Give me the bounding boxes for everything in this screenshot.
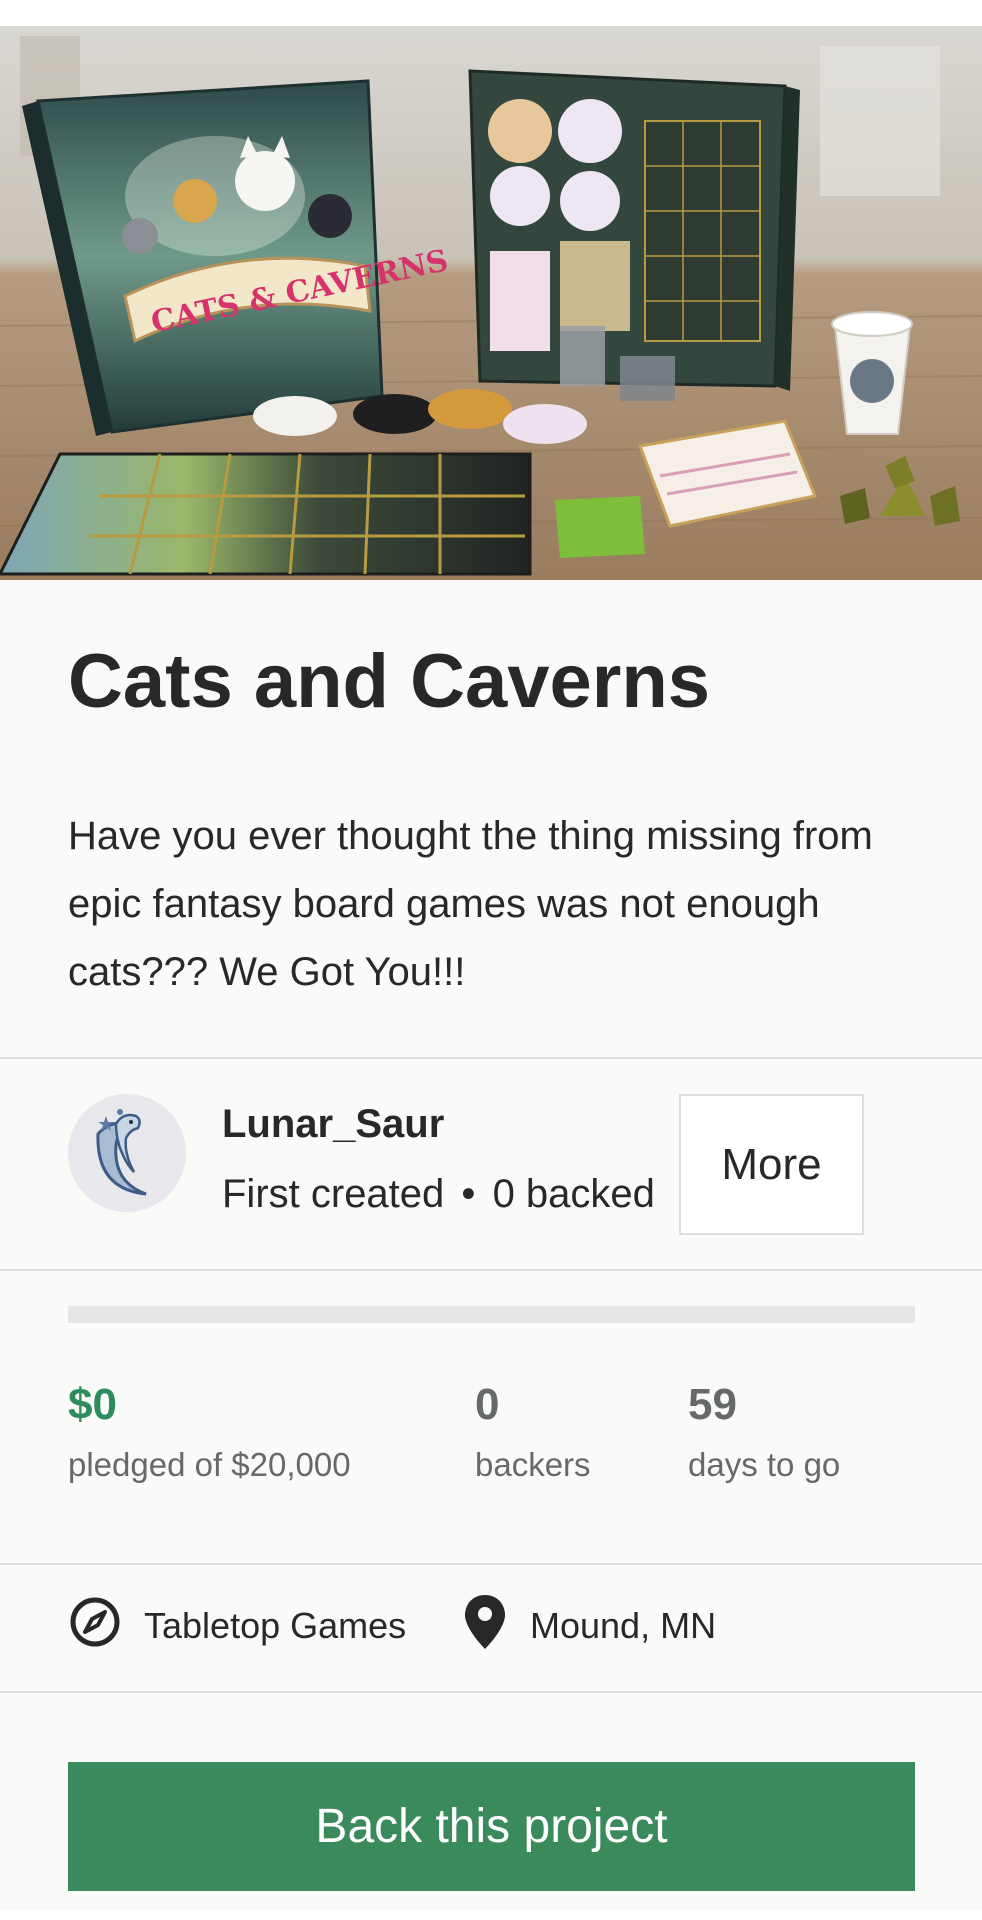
bottom-safe-area [0, 1910, 982, 1920]
section-divider [0, 1269, 982, 1271]
game-box-back [468, 69, 800, 391]
backers-label: backers [475, 1446, 591, 1483]
coffee-cup [831, 311, 913, 435]
creator-avatar[interactable] [68, 1094, 186, 1212]
section-divider [0, 1563, 982, 1565]
pledged-goal-label: pledged of $20,000 [68, 1446, 351, 1483]
days-remaining: 59 [688, 1380, 737, 1429]
pledged-amount: $0 [68, 1380, 117, 1429]
map-pin-icon [462, 1593, 508, 1660]
category-link[interactable]: Tabletop Games [68, 1597, 407, 1654]
location-link[interactable]: Mound, MN [462, 1594, 717, 1654]
category-label: Tabletop Games [144, 1605, 407, 1646]
back-this-project-button[interactable]: Back this project [68, 1762, 915, 1891]
location-label: Mound, MN [530, 1605, 717, 1646]
days-remaining-label: days to go [688, 1446, 841, 1483]
creator-backed-count: 0 backed [492, 1172, 655, 1216]
section-divider [0, 1057, 982, 1059]
project-blurb: Have you ever thought the thing missing … [68, 814, 873, 994]
creator-name[interactable]: Lunar_Saur [222, 1102, 444, 1147]
section-divider [0, 1691, 982, 1693]
compass-icon [68, 1595, 122, 1658]
creator-status: First created [222, 1172, 445, 1216]
backers-count: 0 [475, 1380, 500, 1429]
funding-progress-bar [68, 1306, 915, 1323]
status-bar-area [0, 0, 982, 26]
project-hero-image[interactable]: CATS & CAVERNS [0, 26, 982, 580]
bullet-separator: • [461, 1172, 476, 1216]
project-title: Cats and Caverns [68, 639, 711, 724]
creator-stats: First created • 0 backed [222, 1172, 655, 1217]
creator-more-button[interactable]: More [679, 1094, 864, 1235]
moon-dinosaur-avatar-icon [68, 1094, 186, 1212]
